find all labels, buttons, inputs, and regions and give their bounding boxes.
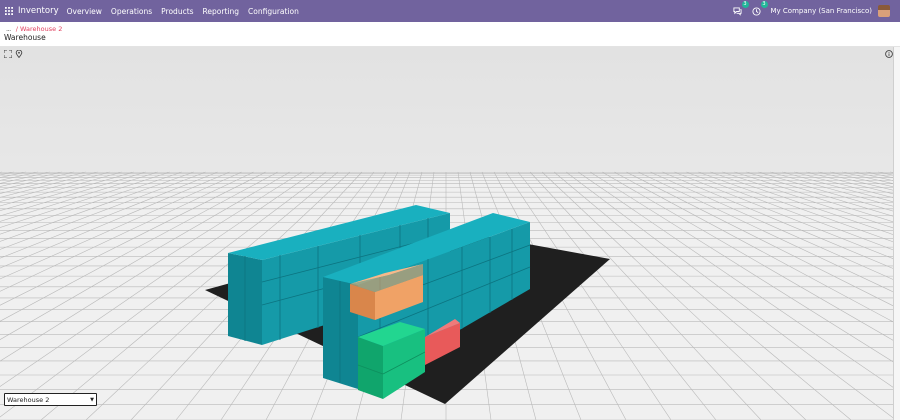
messages-button[interactable]: 3 xyxy=(733,1,749,16)
activities-button[interactable]: 3 xyxy=(752,1,768,16)
breadcrumb: ... / Warehouse 2 xyxy=(6,25,62,33)
locate-button[interactable] xyxy=(15,50,23,58)
menu-overview[interactable]: Overview xyxy=(67,7,102,16)
fullscreen-button[interactable] xyxy=(4,50,12,58)
grid-icon xyxy=(5,7,13,15)
top-navbar: Inventory Overview Operations Products R… xyxy=(0,0,900,22)
viewer-scrollbar[interactable] xyxy=(893,47,900,420)
user-avatar[interactable] xyxy=(878,5,890,17)
systray: 3 3 My Company (San Francisco) xyxy=(733,0,900,22)
menu-reporting[interactable]: Reporting xyxy=(203,7,239,16)
breadcrumb-more[interactable]: ... xyxy=(6,25,11,33)
control-panel: ... / Warehouse 2 Warehouse xyxy=(0,22,900,47)
page-title: Warehouse xyxy=(4,33,46,42)
location-pin-icon xyxy=(15,50,23,58)
warehouse-3d-scene[interactable] xyxy=(0,47,893,420)
info-button[interactable] xyxy=(885,50,893,58)
clock-icon xyxy=(752,6,761,16)
warehouse-select-value: Warehouse 2 xyxy=(7,395,50,404)
warehouse-3d-viewer[interactable] xyxy=(0,47,893,420)
fullscreen-icon xyxy=(4,50,12,58)
info-icon xyxy=(885,50,893,58)
warehouse-select[interactable]: Warehouse 2 ▼ xyxy=(4,393,97,406)
menu-configuration[interactable]: Configuration xyxy=(248,7,299,16)
apps-menu-button[interactable] xyxy=(0,7,18,15)
activities-badge: 3 xyxy=(760,1,768,8)
messages-badge: 3 xyxy=(741,1,749,8)
app-name[interactable]: Inventory xyxy=(18,6,59,16)
menu-operations[interactable]: Operations xyxy=(111,7,152,16)
menu-products[interactable]: Products xyxy=(161,7,193,16)
chat-icon xyxy=(733,6,742,16)
company-switcher[interactable]: My Company (San Francisco) xyxy=(771,7,872,15)
breadcrumb-current[interactable]: / Warehouse 2 xyxy=(16,25,63,33)
chevron-down-icon: ▼ xyxy=(90,397,94,403)
